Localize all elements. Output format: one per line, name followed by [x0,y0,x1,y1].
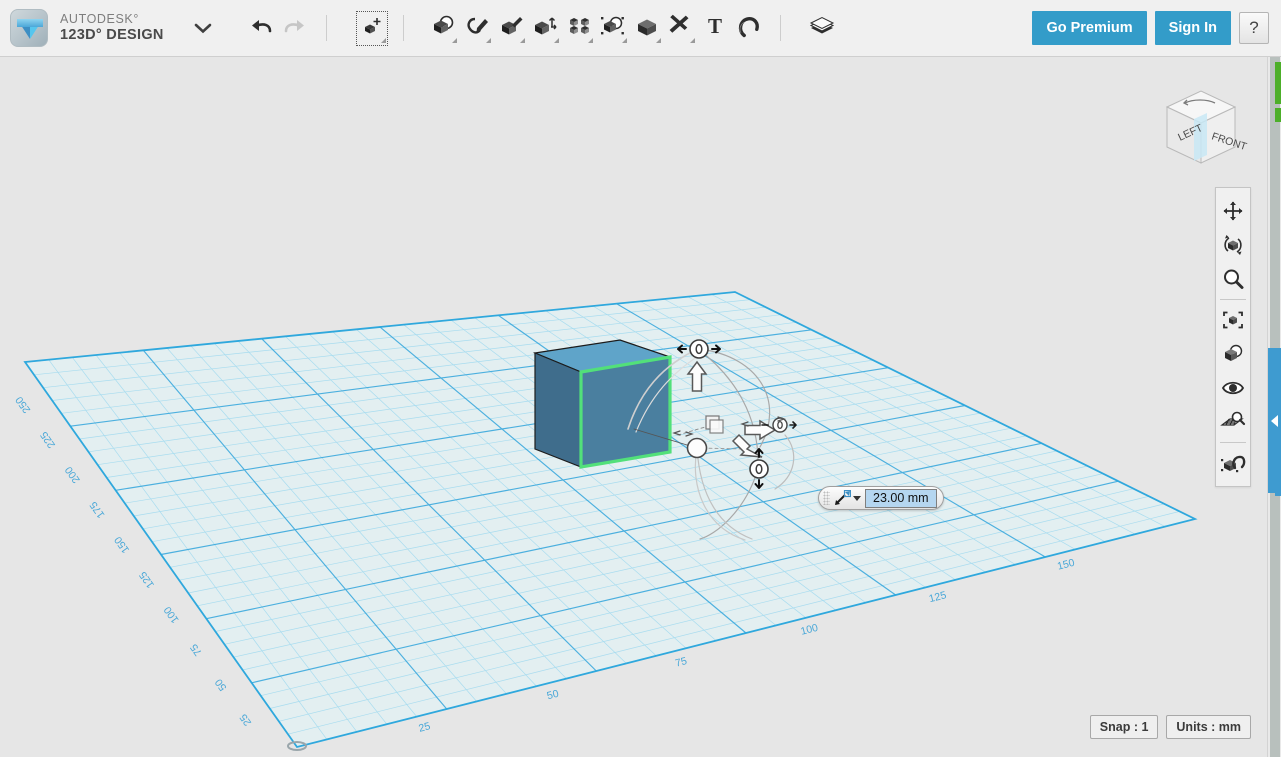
scroll-marker-green-top [1275,62,1281,104]
pattern-icon [565,14,593,43]
text-tool-button[interactable]: T [698,8,732,48]
redo-button[interactable] [278,8,312,48]
axis-tick-label: 25 [417,720,431,735]
hud-drag-handle[interactable] [823,491,830,505]
brand: AUTODESK° 123D° DESIGN [0,9,164,47]
axis-tick-label: 150 [112,534,132,555]
primitives-tool-button[interactable] [426,8,460,48]
view-cube[interactable]: LEFT FRONT [1149,79,1249,179]
box-solid [532,339,672,469]
modify-tool-button[interactable] [528,8,562,48]
svg-text:T: T [708,14,722,38]
panel-expand-button[interactable] [1268,348,1281,493]
axis-tick-label: 25 [237,711,254,728]
chevron-left-icon [1271,414,1278,427]
dimension-options-chevron-down-icon[interactable] [853,495,861,501]
axis-tick-label: 100 [799,622,819,638]
orbit-tool-button[interactable] [1217,228,1249,262]
text-icon: T [703,14,727,43]
axis-tick-label: 200 [63,464,83,485]
axis-tick-label: 75 [188,641,205,658]
scale-arrow-icon[interactable] [832,489,852,507]
grid-settings-tool-button[interactable] [1217,405,1249,439]
axis-tick-label: 100 [162,604,182,625]
top-toolbar: AUTODESK° 123D° DESIGN T Go Premium Sign… [0,0,1281,57]
grouping-icon [599,14,627,43]
brand-line-product: 123D° DESIGN [60,26,164,43]
axis-tick-label: 150 [1056,557,1076,573]
3d-viewport[interactable]: 25 50 75 100 125 150 175 200 225 250 25 50 75 100 125 1… [0,57,1267,757]
axis-tick-label: 50 [213,676,230,693]
workplane-grid: 2550751001251501752002252502550751001251… [13,291,1198,751]
axis-tick-label: 225 [38,429,58,450]
axis-tick-label: 50 [546,688,560,703]
toolbar-divider-2 [402,15,404,41]
visibility-tool-button[interactable] [1217,371,1249,405]
shading-tool-button[interactable] [1217,337,1249,371]
snap-status[interactable]: Snap : 1 [1089,715,1159,739]
help-button[interactable]: ? [1239,12,1269,44]
axis-tick-label: 250 [13,394,33,415]
app-window: AUTODESK° 123D° DESIGN T Go Premium Sign… [0,0,1281,757]
axis-tick-label: 125 [928,589,948,605]
redo-icon [282,16,308,41]
brand-line-autodesk: AUTODESK° [60,12,139,27]
account-actions: Go Premium Sign In ? [1032,11,1281,45]
toolbar-divider-1 [325,15,327,41]
pattern-tool-button[interactable] [562,8,596,48]
combine-tool-button[interactable] [630,8,664,48]
main-menu-chevron-down-icon[interactable] [190,15,216,41]
axis-tick-label: 125 [137,569,157,590]
dimension-value-input[interactable]: 23.00 mm [865,488,937,508]
construct-tool-button[interactable] [494,8,528,48]
undo-button[interactable] [244,8,278,48]
status-bar: Snap : 1 Units : mm [1089,715,1251,739]
grouping-tool-button[interactable] [596,8,630,48]
pan-tool-button[interactable] [1217,194,1249,228]
fit-tool-button[interactable] [1217,303,1249,337]
units-status[interactable]: Units : mm [1166,715,1251,739]
transform-icon [355,10,388,46]
undo-icon [248,16,274,41]
transform-tool-button[interactable] [355,8,389,48]
scroll-marker-green-second [1275,108,1281,122]
magnet-icon [735,14,763,43]
materials-tool-button[interactable] [805,8,839,48]
navigation-toolbar [1215,187,1251,487]
materials-icon [807,14,837,43]
measure-icon [667,14,695,43]
sketch-tool-button[interactable] [460,8,494,48]
axis-tick-label: 75 [674,655,688,670]
toolbar-divider-3 [779,15,781,41]
navtools-divider-2 [1220,442,1246,443]
zoom-tool-button[interactable] [1217,262,1249,296]
navtools-divider-1 [1220,299,1246,300]
go-premium-button[interactable]: Go Premium [1032,11,1147,45]
snap-tool-button[interactable] [732,8,766,48]
snap-settings-tool-button[interactable] [1217,446,1249,480]
construct-icon [497,14,525,43]
modify-icon [531,14,559,43]
autodesk-logo-icon [10,9,48,47]
axis-tick-label: 175 [87,499,107,520]
primitives-icon [429,14,457,43]
dimension-input-hud[interactable]: 23.00 mm [818,486,944,510]
sketch-icon [463,14,491,43]
combine-icon [633,14,661,43]
sign-in-button[interactable]: Sign In [1154,11,1231,45]
measure-tool-button[interactable] [664,8,698,48]
